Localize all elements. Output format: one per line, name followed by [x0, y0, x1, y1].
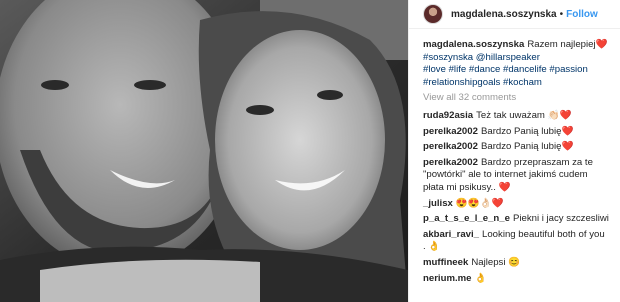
comment: p_a_t_s_e_l_e_n_e Piekni i jacy szczesliw…: [423, 213, 610, 226]
post-sidebar: magdalena.soszynska • Follow magdalena.s…: [408, 0, 620, 302]
follow-button[interactable]: Follow: [566, 9, 598, 20]
separator-dot: •: [559, 8, 564, 20]
comment: perelka2002 Bardzo przepraszam za te "pow…: [423, 157, 610, 195]
comment: nerium.me 👌: [423, 273, 610, 286]
comment-username[interactable]: p_a_t_s_e_l_e_n_e: [423, 213, 510, 224]
caption-tags-line-1[interactable]: #soszynska @hillarspeaker: [423, 52, 540, 63]
comment-username[interactable]: akbari_ravi_: [423, 229, 479, 240]
post-header: magdalena.soszynska • Follow: [409, 0, 620, 29]
comment-username[interactable]: perelka2002: [423, 141, 478, 152]
comment: _julisx 😍😍👌🏻❤️: [423, 198, 610, 211]
comment: perelka2002 Bardzo Panią lubię❤️: [423, 141, 610, 154]
caption-username[interactable]: magdalena.soszynska: [423, 39, 524, 50]
caption-tags-line-2[interactable]: #love #life #dance #dancelife #passion: [423, 64, 588, 75]
comment-username[interactable]: muffineek: [423, 257, 468, 268]
comment-username[interactable]: perelka2002: [423, 126, 478, 137]
author-username[interactable]: magdalena.soszynska: [451, 9, 557, 20]
comment-text: 😍😍👌🏻❤️: [455, 197, 504, 209]
couple-selfie-image: [0, 0, 408, 302]
comment-username[interactable]: nerium.me: [423, 273, 472, 284]
instagram-post: magdalena.soszynska • Follow magdalena.s…: [0, 0, 620, 302]
comment-text: 👌: [474, 272, 487, 284]
comment-text: Też tak uważam 👏🏻❤️: [476, 109, 572, 121]
comment-username[interactable]: perelka2002: [423, 157, 478, 168]
post-photo[interactable]: [0, 0, 408, 302]
caption-text: Razem najlepiej❤️: [527, 39, 608, 50]
comments-section: magdalena.soszynska Razem najlepiej❤️ #so…: [409, 29, 620, 285]
comment-username[interactable]: ruda92asia: [423, 110, 473, 121]
comment: perelka2002 Bardzo Panią lubię❤️: [423, 126, 610, 139]
view-all-comments-link[interactable]: View all 32 comments: [423, 92, 610, 105]
caption-tags-line-3[interactable]: #relationshipgoals #kocham: [423, 77, 542, 88]
caption: magdalena.soszynska Razem najlepiej❤️ #so…: [423, 39, 610, 89]
comment-username[interactable]: _julisx: [423, 198, 453, 209]
avatar[interactable]: [423, 4, 443, 24]
comment-text: Bardzo Panią lubię❤️: [480, 141, 574, 153]
comment: muffineek Najlepsi 😊: [423, 257, 610, 270]
comment: ruda92asia Też tak uważam 👏🏻❤️: [423, 110, 610, 123]
comment-text: Najlepsi 😊: [471, 256, 521, 268]
comment: akbari_ravi_ Looking beautiful both of yo…: [423, 229, 610, 254]
comment-text: Bardzo Panią lubię❤️: [480, 125, 574, 137]
comment-text: Piekni i jacy szczesliwi: [512, 213, 609, 225]
